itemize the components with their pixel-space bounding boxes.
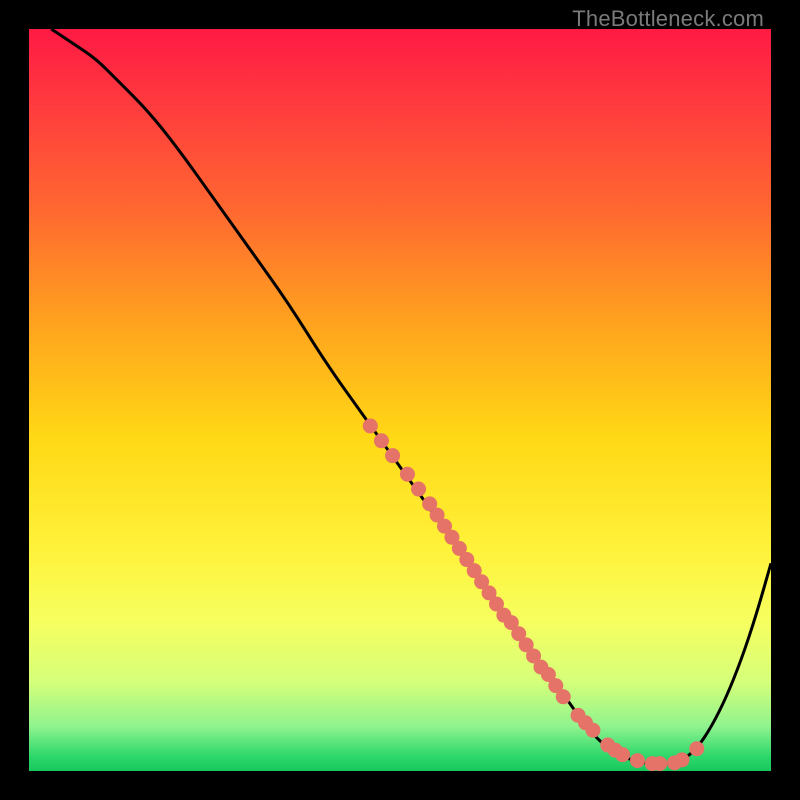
curve-overlay — [29, 29, 771, 771]
data-point — [630, 753, 645, 768]
attribution-label: TheBottleneck.com — [572, 6, 764, 32]
data-point — [652, 756, 667, 771]
data-point — [585, 723, 600, 738]
data-point — [385, 448, 400, 463]
data-point — [689, 741, 704, 756]
bottleneck-curve — [51, 29, 771, 764]
data-point — [400, 467, 415, 482]
heatmap-gradient-plot — [29, 29, 771, 771]
data-point — [363, 418, 378, 433]
chart-stage: TheBottleneck.com — [0, 0, 800, 800]
data-point — [411, 482, 426, 497]
data-point — [615, 747, 630, 762]
data-point — [674, 752, 689, 767]
data-point — [556, 689, 571, 704]
data-point — [374, 433, 389, 448]
